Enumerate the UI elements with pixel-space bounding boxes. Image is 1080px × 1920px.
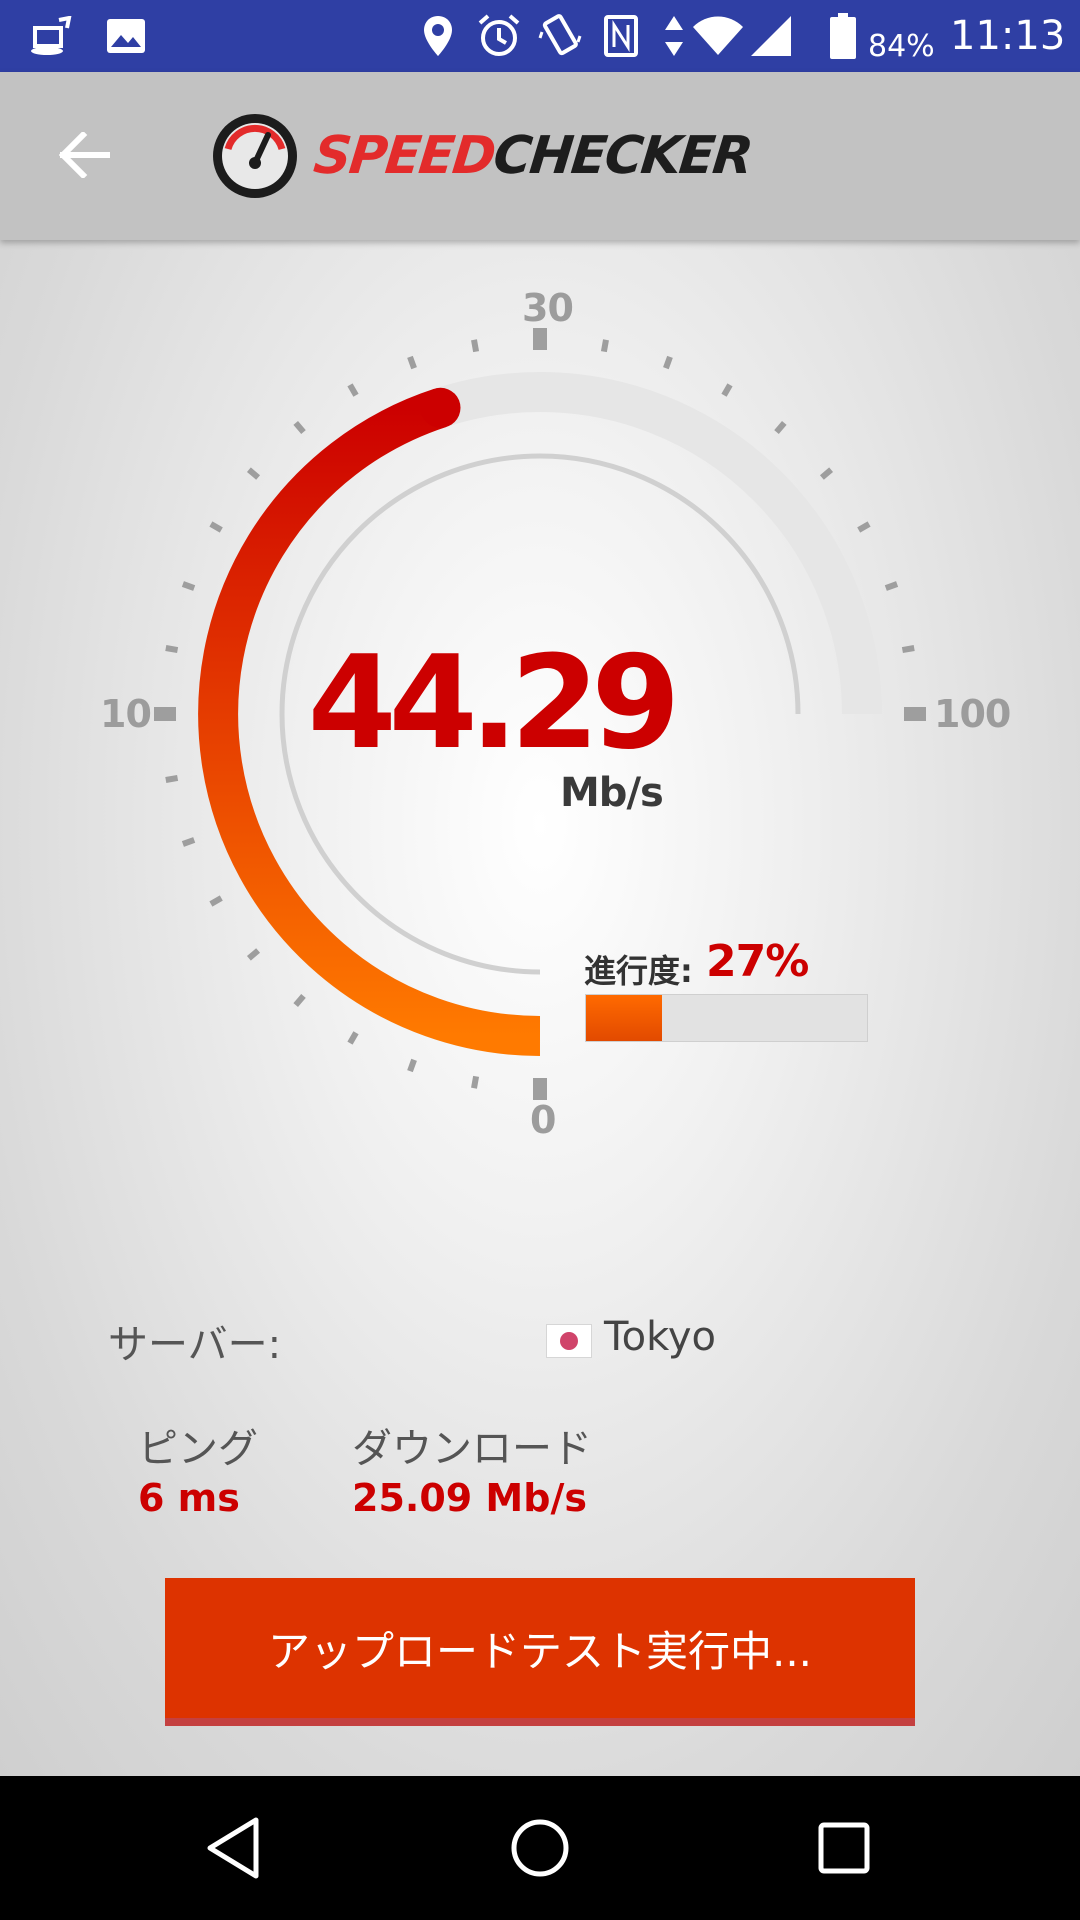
- speed-value: 44.29: [307, 629, 681, 778]
- gauge-minor-tick: [884, 581, 899, 591]
- speedometer-logo-icon: [213, 114, 297, 198]
- navigation-bar: [0, 1776, 1080, 1920]
- gauge-minor-tick: [293, 993, 306, 1008]
- vibrate-icon: [534, 12, 586, 60]
- app-bar: SPEEDCHECKER: [0, 72, 1080, 240]
- home-nav-icon[interactable]: [495, 1803, 585, 1893]
- gauge-minor-tick: [246, 467, 261, 480]
- gauge-minor-tick: [774, 420, 787, 435]
- image-icon: [102, 12, 150, 60]
- app-logo: SPEEDCHECKER: [210, 106, 754, 206]
- gauge-minor-tick: [181, 581, 196, 591]
- gauge-minor-tick: [857, 521, 871, 533]
- recents-nav-icon[interactable]: [799, 1803, 889, 1893]
- scale-label-bottom: 0: [530, 1098, 556, 1142]
- main-content: 30 10 100 0 44.29 Mb/s 進行度: 27% サーバー: To…: [0, 240, 1080, 1776]
- clock: 11:13: [950, 13, 1066, 59]
- gauge-arc-cap: [420, 387, 461, 428]
- progress-value: 27%: [706, 936, 809, 987]
- battery-icon: [826, 12, 860, 60]
- gauge-minor-tick: [471, 339, 480, 353]
- speed-unit: Mb/s: [560, 770, 664, 816]
- data-arrows-icon: [662, 12, 686, 60]
- notification-app-icon: [26, 12, 76, 60]
- gauge-minor-tick: [165, 774, 179, 783]
- progress-label: 進行度:: [584, 952, 693, 990]
- battery-percentage: 84%: [868, 28, 935, 64]
- back-button[interactable]: [42, 112, 128, 198]
- gauge-minor-tick: [471, 1075, 480, 1089]
- progress-bar-fill: [586, 995, 662, 1041]
- gauge-minor-tick: [819, 467, 834, 480]
- server-value: Tokyo: [604, 1314, 716, 1360]
- scale-label-right: 100: [934, 692, 1011, 736]
- scale-label-left: 10: [100, 692, 152, 736]
- gauge-minor-tick: [165, 645, 179, 654]
- gauge-minor-tick: [347, 383, 359, 397]
- gauge-minor-tick: [407, 355, 417, 370]
- gauge-minor-tick: [293, 420, 306, 435]
- gauge-minor-tick: [246, 948, 261, 961]
- upload-test-button[interactable]: アップロードテスト実行中...: [165, 1578, 915, 1726]
- japan-flag-icon: [546, 1324, 592, 1358]
- back-nav-icon[interactable]: [189, 1803, 279, 1893]
- ping-value: 6 ms: [138, 1476, 240, 1520]
- gauge-minor-tick: [663, 355, 673, 370]
- nfc-icon: [600, 12, 646, 60]
- gauge-minor-tick: [209, 895, 223, 907]
- gauge-minor-tick: [901, 645, 915, 654]
- download-value: 25.09 Mb/s: [352, 1476, 587, 1520]
- progress-bar: [585, 994, 868, 1042]
- signal-icon: [748, 12, 794, 60]
- speedchecker-screen: 84% 11:13 SPEEDCHECKER 30 10 100 0 44.29…: [0, 0, 1080, 1920]
- gauge-minor-tick: [600, 339, 609, 353]
- location-icon: [418, 12, 458, 60]
- logo-wordmark: SPEEDCHECKER: [311, 126, 754, 186]
- gauge-minor-tick: [347, 1031, 359, 1045]
- download-label: ダウンロード: [352, 1426, 592, 1472]
- logo-speed-text: SPEED: [310, 126, 497, 186]
- gauge-minor-tick: [407, 1058, 417, 1073]
- ping-label: ピング: [138, 1426, 258, 1472]
- alarm-icon: [474, 12, 524, 60]
- arrow-left-icon: [59, 132, 110, 178]
- wifi-icon: [690, 12, 746, 60]
- scale-label-top: 30: [522, 286, 574, 330]
- gauge-minor-tick: [721, 383, 733, 397]
- logo-checker-text: CHECKER: [490, 126, 755, 186]
- server-label: サーバー:: [108, 1322, 282, 1368]
- gauge-minor-tick: [209, 521, 223, 533]
- status-bar: 84% 11:13: [0, 0, 1080, 72]
- gauge-minor-tick: [181, 837, 196, 847]
